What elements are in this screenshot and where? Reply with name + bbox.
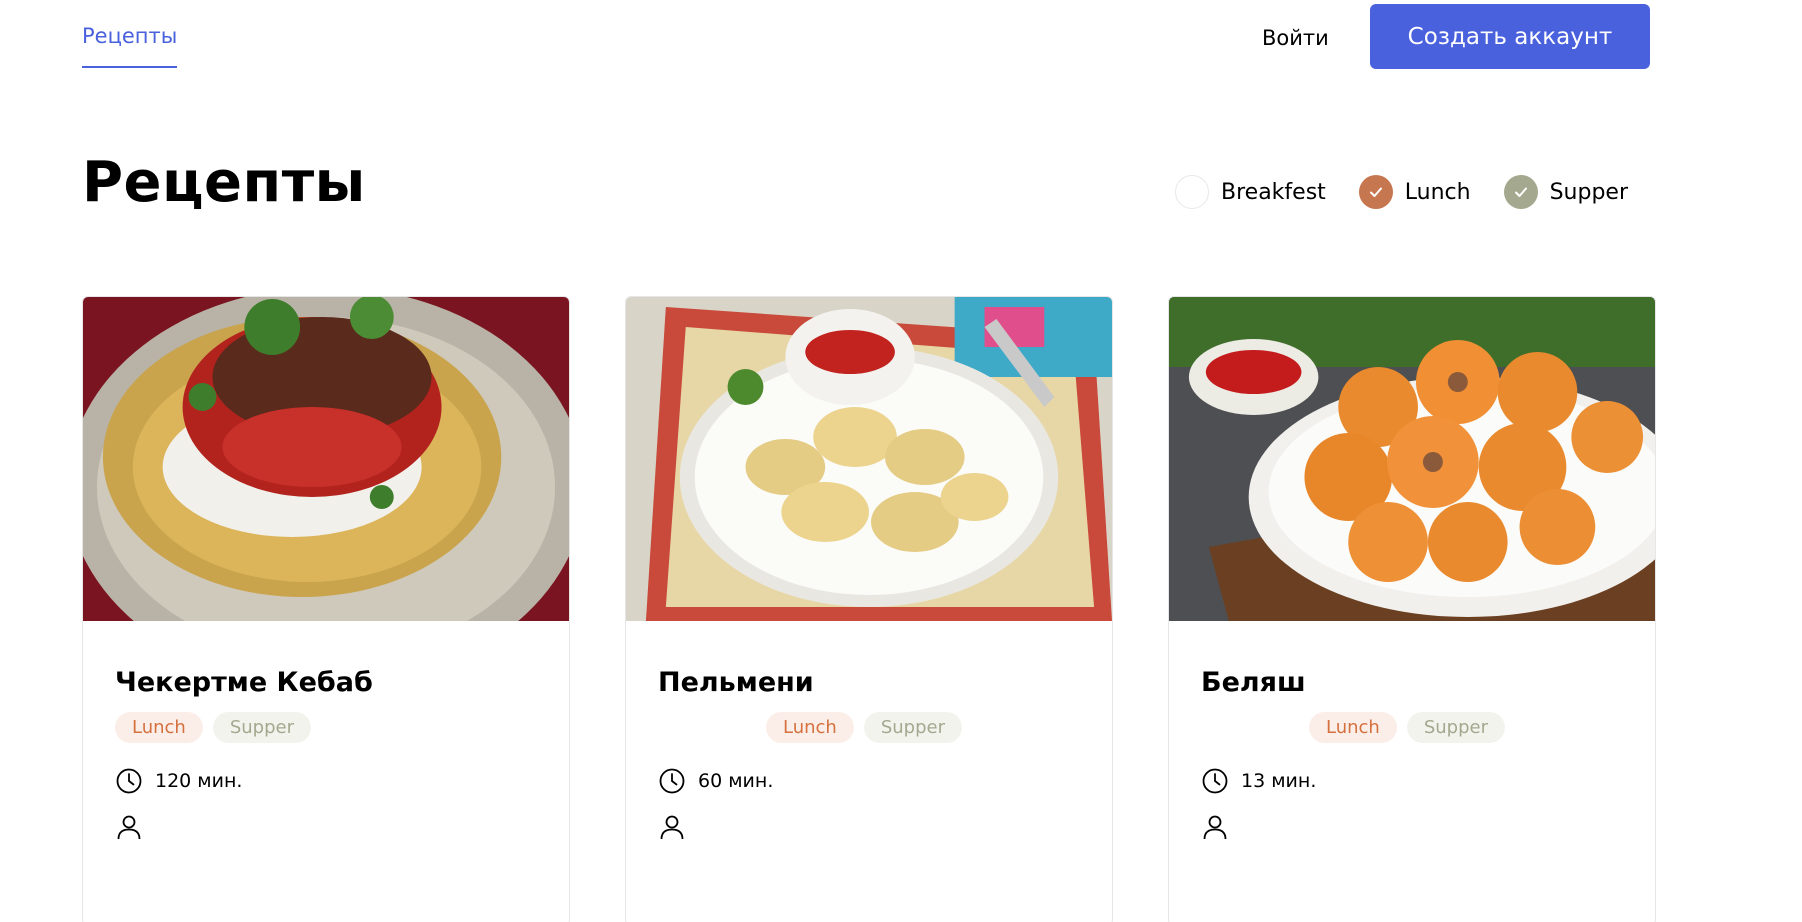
cooking-time: 120 мин. — [115, 767, 537, 795]
recipe-card[interactable]: Чекертме Кебаб Lunch Supper 120 мин. — [82, 296, 570, 922]
recipe-card[interactable]: Пельмени Lunch Supper 60 мин. — [625, 296, 1113, 922]
recipe-title[interactable]: Беляш — [1201, 667, 1623, 698]
filter-lunch[interactable]: Lunch — [1358, 175, 1471, 209]
clock-icon — [116, 768, 142, 794]
cooking-time-value: 120 мин. — [155, 770, 243, 792]
tag-lunch: Lunch — [765, 712, 854, 743]
recipe-title[interactable]: Чекертме Кебаб — [115, 667, 537, 698]
recipe-tags: Lunch Supper — [658, 712, 1080, 743]
kebab-dish-image[interactable] — [83, 297, 569, 621]
tag-supper: Supper — [212, 712, 312, 743]
tag-supper: Supper — [1406, 712, 1505, 743]
cooking-time-value: 60 мин. — [698, 770, 774, 792]
page-title: Рецепты — [82, 150, 366, 215]
filter-label: Lunch — [1404, 179, 1471, 205]
recipe-list: Чекертме Кебаб Lunch Supper 120 мин. Пел… — [82, 296, 1656, 922]
clock-icon — [1202, 768, 1228, 794]
author — [658, 813, 1080, 845]
user-icon — [117, 815, 141, 840]
user-icon — [660, 815, 684, 840]
recipe-card[interactable]: Беляш Lunch Supper 13 мин. — [1168, 296, 1656, 922]
dumplings-image[interactable] — [626, 297, 1112, 621]
create-account-button[interactable]: Создать аккаунт — [1370, 4, 1650, 69]
cooking-time: 13 мин. — [1201, 767, 1623, 795]
nav-recipes-link[interactable]: Рецепты — [82, 24, 178, 68]
tag-lunch: Lunch — [1308, 712, 1397, 743]
tag-supper: Supper — [863, 712, 962, 743]
check-icon — [1514, 187, 1527, 197]
cooking-time: 60 мин. — [658, 767, 1080, 795]
tag-lunch: Lunch — [115, 712, 203, 743]
login-link[interactable]: Войти — [1262, 26, 1329, 50]
recipe-tags: Lunch Supper — [1201, 712, 1623, 743]
filter-label: Supper — [1549, 179, 1628, 205]
author — [1201, 813, 1623, 845]
tag-filters: Breakfest Lunch Supper — [1175, 175, 1628, 209]
author — [115, 813, 537, 845]
clock-icon — [659, 768, 685, 794]
recipe-tags: Lunch Supper — [115, 712, 537, 743]
checkbox-breakfast[interactable] — [1175, 175, 1209, 209]
recipe-title[interactable]: Пельмени — [658, 667, 1080, 698]
checkbox-lunch[interactable] — [1358, 175, 1393, 209]
check-icon — [1369, 187, 1382, 197]
filter-label: Breakfest — [1221, 179, 1326, 205]
user-icon — [1203, 815, 1227, 840]
belyash-image[interactable] — [1169, 297, 1655, 621]
filter-breakfast[interactable]: Breakfest — [1175, 175, 1326, 209]
checkbox-supper[interactable] — [1503, 175, 1538, 209]
cooking-time-value: 13 мин. — [1241, 770, 1317, 792]
filter-supper[interactable]: Supper — [1503, 175, 1628, 209]
